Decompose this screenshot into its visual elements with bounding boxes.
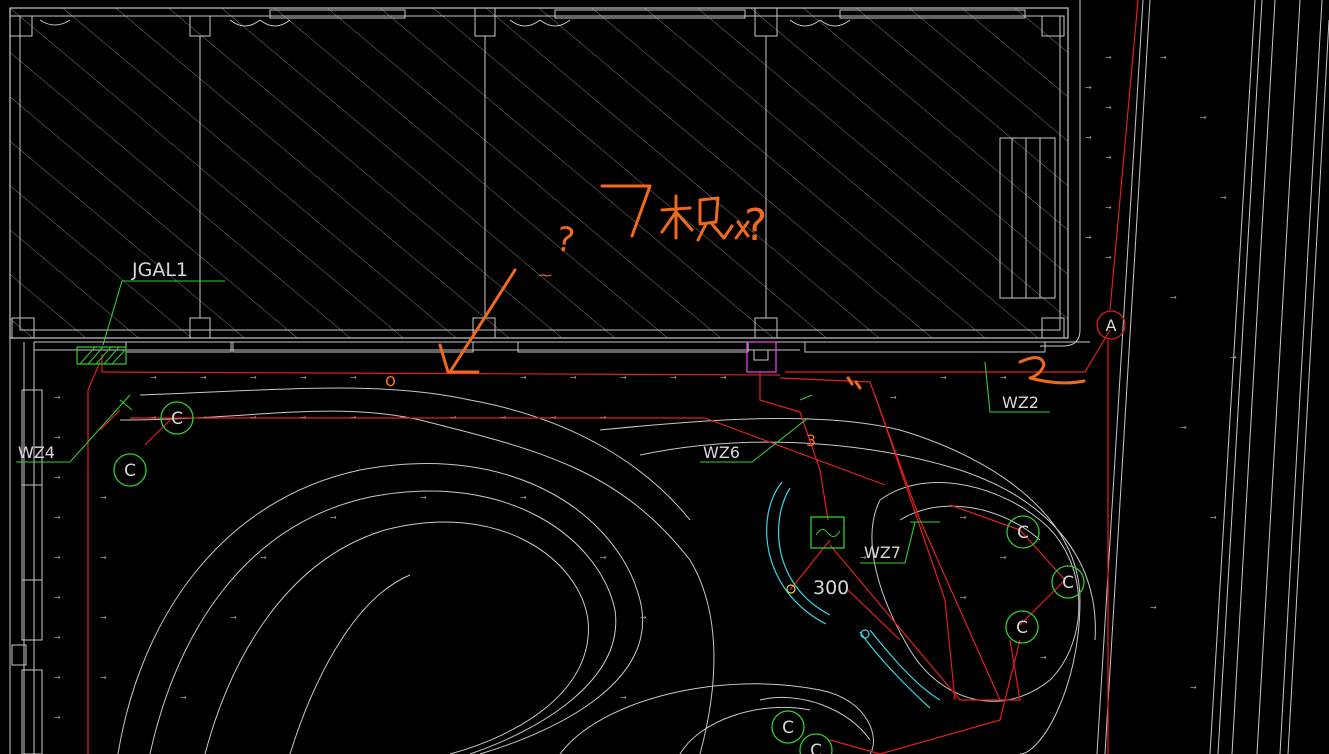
svg-text:→: →: [1230, 353, 1237, 362]
svg-text:→: →: [330, 513, 337, 522]
svg-text:→: →: [520, 493, 527, 502]
svg-text:→: →: [54, 713, 61, 722]
light-pole[interactable]: C: [771, 710, 805, 744]
svg-text:→: →: [1150, 603, 1157, 612]
svg-text:→: →: [420, 493, 427, 502]
svg-text:→: →: [960, 593, 967, 602]
handwriting-two: [1018, 356, 1086, 385]
road-edge-lines: [1040, 0, 1329, 754]
light-pole[interactable]: C: [1006, 515, 1040, 549]
light-pole-label: C: [171, 409, 183, 429]
light-pole-label: C: [1017, 523, 1029, 543]
svg-text:→: →: [1200, 113, 1207, 122]
svg-text:→: →: [890, 393, 897, 402]
light-pole-label: C: [124, 461, 136, 481]
label-wz7: WZ7: [864, 543, 901, 562]
light-pole[interactable]: C: [1051, 565, 1085, 599]
svg-text:→: →: [640, 613, 647, 622]
svg-text:→: →: [150, 373, 157, 382]
svg-text:→: →: [1190, 683, 1197, 692]
svg-text:→: →: [250, 373, 257, 382]
handwriting-three: 3: [806, 431, 816, 450]
svg-text:→: →: [1160, 53, 1167, 62]
svg-text:→: →: [54, 553, 61, 562]
svg-text:→: →: [100, 493, 107, 502]
landscape-contours: [117, 387, 1096, 754]
handwriting-question-right: ?: [744, 200, 767, 251]
handwriting-mark-small: ⁓: [538, 268, 552, 284]
svg-text:→: →: [54, 393, 61, 402]
svg-text:→: →: [1085, 133, 1092, 142]
svg-text:→: →: [200, 373, 207, 382]
building-footprint: [9, 7, 1069, 339]
light-pole-label: C: [782, 718, 794, 738]
label-wz6: WZ6: [703, 443, 740, 462]
svg-text:→: →: [1220, 193, 1227, 202]
svg-text:→: →: [1085, 83, 1092, 92]
svg-text:→: →: [1105, 203, 1112, 212]
svg-text:→: →: [230, 613, 237, 622]
svg-text:→: →: [54, 513, 61, 522]
label-jgal1: JGAL1: [131, 259, 188, 281]
svg-text:→: →: [260, 553, 267, 562]
label-wz2: WZ2: [1002, 393, 1039, 412]
axis-bubble-a: A: [1096, 310, 1126, 340]
svg-text:→: →: [1040, 653, 1047, 662]
svg-text:→: →: [54, 473, 61, 482]
light-pole-label: C: [1062, 573, 1074, 593]
dimension-300: 300: [813, 577, 849, 599]
svg-text:→: →: [54, 633, 61, 642]
svg-text:→: →: [350, 373, 357, 382]
svg-text:→: →: [1105, 53, 1112, 62]
svg-text:→: →: [54, 433, 61, 442]
svg-text:→: →: [54, 673, 61, 682]
svg-text:→: →: [1105, 153, 1112, 162]
light-pole-label: C: [810, 741, 822, 754]
left-wall-strip: [9, 338, 43, 754]
light-pole-label: C: [1016, 618, 1028, 638]
svg-text:→: →: [1170, 293, 1177, 302]
label-wz4: WZ4: [18, 443, 55, 462]
svg-text:→: →: [1210, 513, 1217, 522]
svg-text:→: →: [620, 693, 627, 702]
svg-text:→: →: [960, 513, 967, 522]
svg-text:→: →: [300, 373, 307, 382]
svg-text:→: →: [1000, 373, 1007, 382]
svg-text:→: →: [54, 593, 61, 602]
axis-label: A: [1106, 316, 1117, 335]
svg-text:→: →: [180, 693, 187, 702]
light-pole[interactable]: C: [1005, 610, 1039, 644]
svg-text:→: →: [100, 673, 107, 682]
handwriting-circle: o: [385, 370, 396, 391]
svg-text:→: →: [1105, 253, 1112, 262]
light-pole[interactable]: C: [113, 453, 147, 487]
distribution-box[interactable]: [746, 341, 777, 373]
svg-text:→: →: [100, 553, 107, 562]
svg-text:→: →: [100, 613, 107, 622]
svg-text:→: →: [1000, 553, 1007, 562]
cad-drawing-canvas: → → → → → → → → → →→ → → → → → → → → → →→→→ →→→→ →→→→ …: [9, 0, 1329, 754]
svg-text:→: →: [940, 373, 947, 382]
light-pole[interactable]: C: [799, 733, 833, 754]
svg-text:→: →: [1180, 423, 1187, 432]
svg-text:→: →: [1085, 233, 1092, 242]
svg-text:→: →: [600, 553, 607, 562]
svg-text:→: →: [1105, 103, 1112, 112]
